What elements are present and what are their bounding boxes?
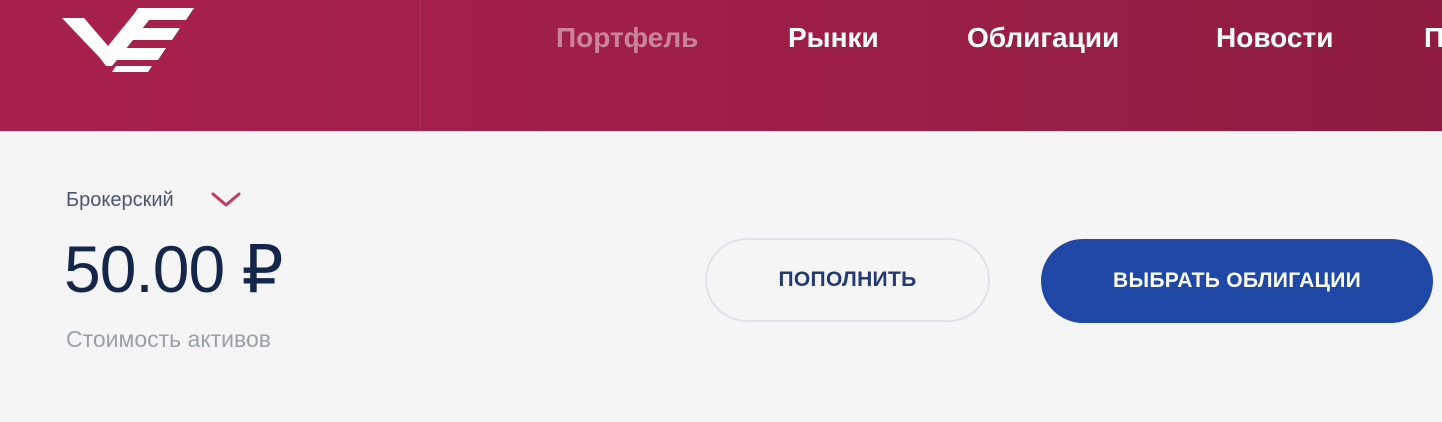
logo-area (0, 0, 421, 131)
main-nav: Портфель Рынки Облигации Новости П (420, 0, 1442, 78)
choose-bonds-button[interactable]: ВЫБРАТЬ ОБЛИГАЦИИ (1041, 239, 1433, 323)
balance-caption: Стоимость активов (66, 326, 272, 352)
topup-button[interactable]: ПОПОЛНИТЬ (705, 238, 990, 322)
nav-item-news[interactable]: Новости (1216, 22, 1333, 54)
vtb-logo-icon[interactable] (62, 0, 194, 72)
nav-item-markets[interactable]: Рынки (788, 22, 879, 54)
nav-item-truncated[interactable]: П (1424, 22, 1442, 54)
nav-item-portfolio[interactable]: Портфель (556, 22, 698, 54)
account-selector[interactable]: Брокерский (66, 185, 242, 215)
account-type-label: Брокерский (66, 188, 174, 211)
portfolio-balance: 50.00 ₽ (64, 232, 283, 306)
nav-item-bonds[interactable]: Облигации (967, 22, 1119, 54)
top-navigation-bar: Портфель Рынки Облигации Новости П (0, 0, 1442, 131)
chevron-down-icon[interactable] (210, 190, 242, 210)
portfolio-summary: Брокерский 50.00 ₽ Стоимость активов ПОП… (0, 131, 1442, 422)
